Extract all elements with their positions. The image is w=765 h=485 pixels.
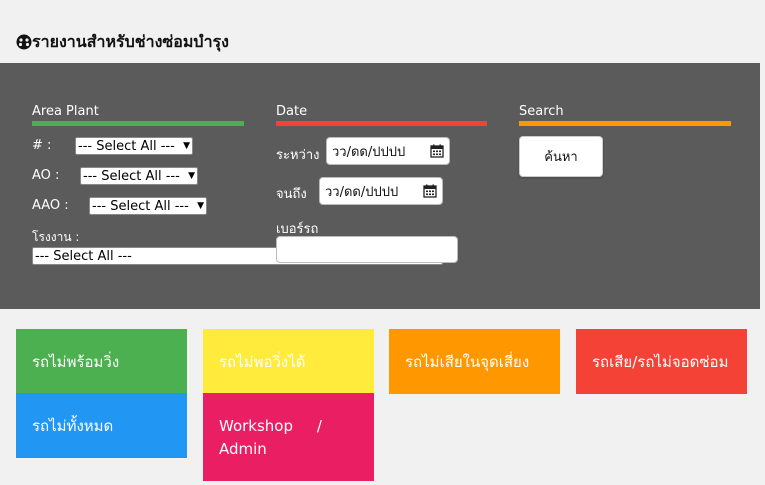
tile-all-vehicles[interactable]: รถไม่ทั้งหมด	[16, 393, 187, 458]
calendar-icon[interactable]	[430, 144, 444, 158]
chevron-down-icon: ▼	[188, 171, 195, 181]
date-to-placeholder: วว/ดด/ปปปป	[325, 184, 399, 200]
tile-broken-label: รถเสีย/รถไม่จอดซ่อม	[592, 352, 729, 371]
tile-admin-text: Admin	[219, 440, 267, 458]
gauge-icon	[16, 34, 32, 50]
tile-workshop-admin[interactable]: Workshop / Admin	[203, 393, 374, 481]
page-header: รายงานสำหรับช่างซ่อมบำรุง	[0, 0, 765, 63]
aao-select-value: --- Select All ---	[92, 198, 189, 214]
page-title: รายงานสำหรับช่างซ่อมบำรุง	[32, 32, 229, 51]
plant-label: โรงงาน :	[32, 230, 80, 244]
filter-panel: Area Plant # : --- Select All --- ▼ AO :…	[0, 63, 760, 309]
tile-drivable-label: รถไม่พอวิ่งได้	[219, 352, 306, 371]
search-title: Search	[519, 104, 564, 119]
tile-not-ready[interactable]: รถไม่พร้อมวิ่ง	[16, 329, 187, 394]
ao-label: AO :	[32, 168, 60, 183]
date-from-placeholder: วว/ดด/ปปปป	[332, 144, 406, 160]
tile-broken[interactable]: รถเสีย/รถไม่จอดซ่อม	[576, 329, 747, 394]
tile-workshop-text: Workshop	[219, 417, 294, 435]
date-from-label: ระหว่าง	[276, 148, 320, 163]
date-from-field[interactable]: วว/ดด/ปปปป	[326, 137, 450, 165]
date-title: Date	[276, 104, 308, 119]
tile-risk-point[interactable]: รถไม่เสียในจุดเสี่ยง	[389, 329, 560, 394]
hash-select[interactable]: --- Select All --- ▼	[75, 137, 193, 155]
hash-label: # :	[32, 138, 52, 153]
ao-select-value: --- Select All ---	[83, 168, 180, 184]
tile-risk-point-label: รถไม่เสียในจุดเสี่ยง	[405, 352, 530, 371]
date-bar	[276, 121, 487, 126]
tile-not-ready-label: รถไม่พร้อมวิ่ง	[32, 352, 120, 371]
aao-select[interactable]: --- Select All --- ▼	[89, 197, 207, 215]
area-plant-title: Area Plant	[32, 104, 99, 119]
date-to-label: จนถึง	[276, 187, 307, 202]
search-button[interactable]: ค้นหา	[519, 136, 603, 177]
aao-label: AAO :	[32, 198, 69, 213]
plant-select-value: --- Select All ---	[35, 248, 132, 264]
search-bar	[519, 121, 731, 126]
date-to-field[interactable]: วว/ดด/ปปปป	[319, 177, 443, 205]
hash-select-value: --- Select All ---	[78, 138, 175, 154]
tile-all-vehicles-label: รถไม่ทั้งหมด	[32, 416, 114, 435]
ao-select[interactable]: --- Select All --- ▼	[80, 167, 198, 185]
plate-input[interactable]	[276, 236, 458, 263]
tile-workshop-admin-label: Workshop / Admin	[219, 415, 322, 461]
chevron-down-icon: ▼	[197, 201, 204, 211]
area-plant-bar	[32, 121, 244, 126]
tile-drivable[interactable]: รถไม่พอวิ่งได้	[203, 329, 374, 394]
tile-slash-text: /	[316, 417, 322, 435]
chevron-down-icon: ▼	[183, 141, 190, 151]
calendar-icon[interactable]	[423, 184, 437, 198]
